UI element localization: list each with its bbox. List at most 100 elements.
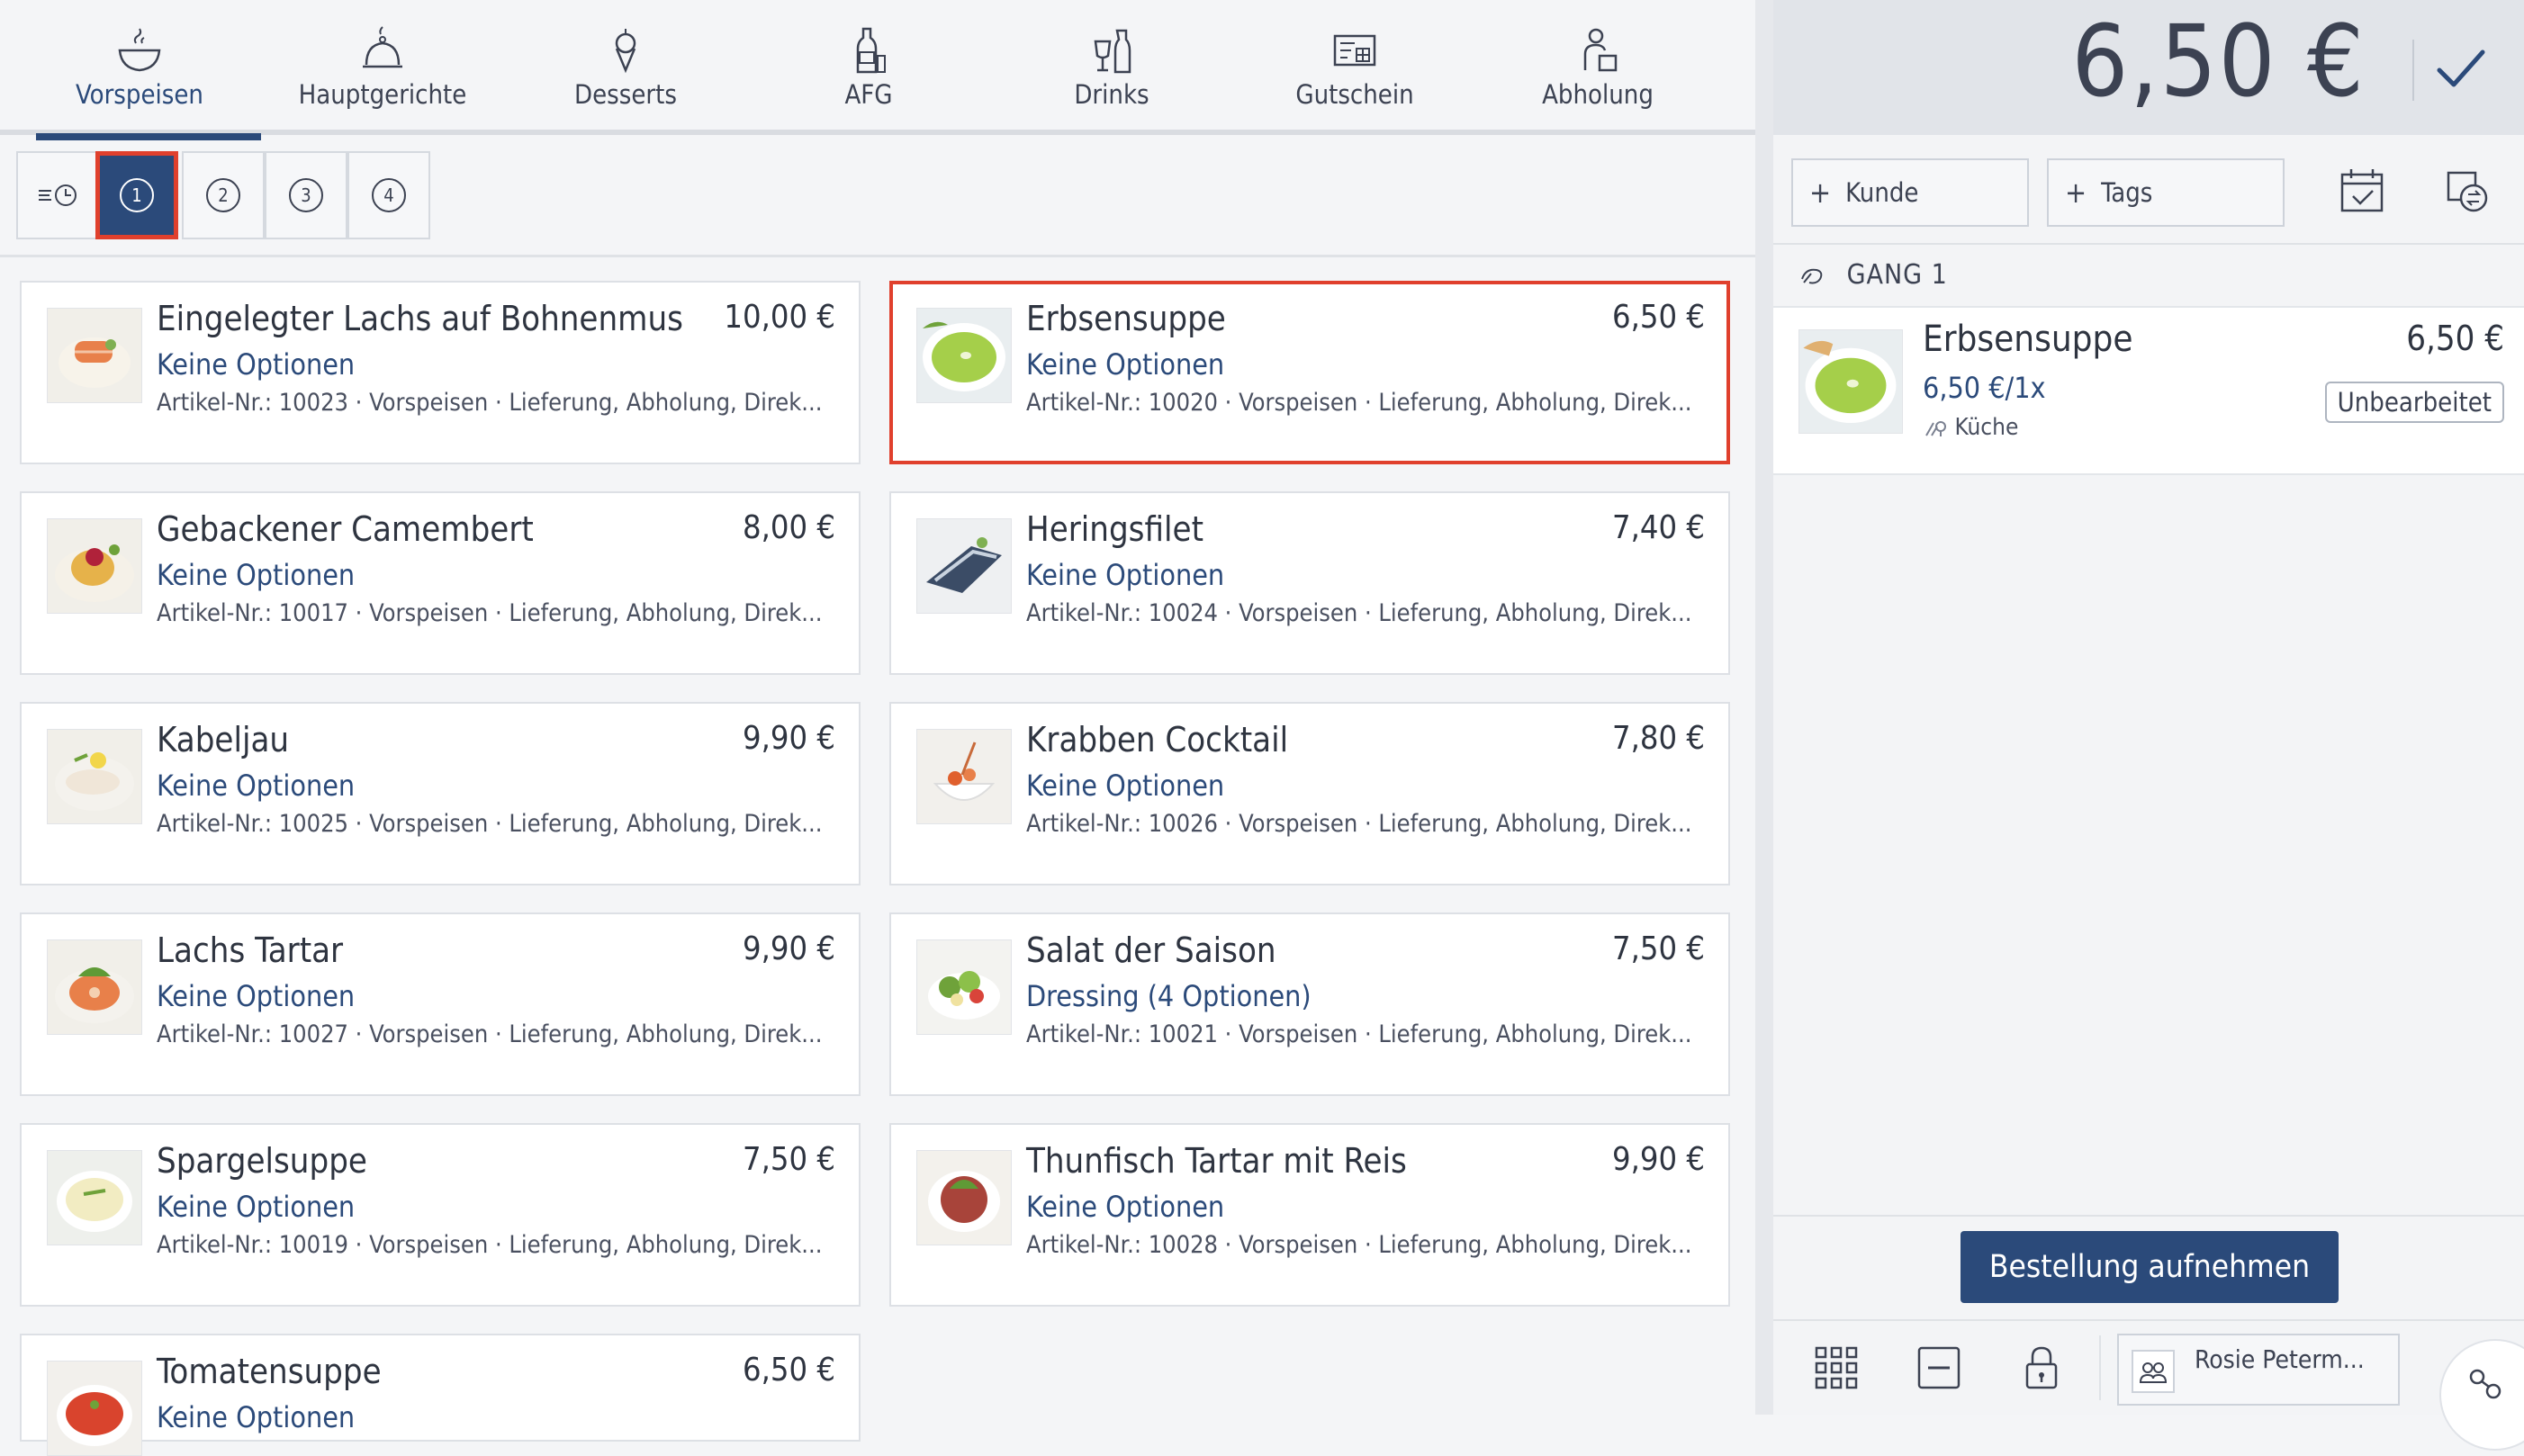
product-name: Salat der Saison [1026, 930, 1276, 970]
active-tab-indicator [36, 133, 261, 140]
product-card[interactable]: Kabeljau 9,90 € Keine Optionen Artikel-N… [20, 702, 861, 885]
course-number: 1 [120, 178, 154, 212]
product-price: 7,40 € [1612, 509, 1705, 546]
add-customer-button[interactable]: + Kunde [1791, 158, 2029, 227]
order-total: 6,50 € [2071, 4, 2366, 119]
category-label: Desserts [574, 79, 677, 110]
product-price: 7,50 € [1612, 930, 1705, 967]
course-button-2[interactable]: 2 [182, 151, 265, 239]
product-price: 9,90 € [743, 720, 835, 757]
product-card[interactable]: Spargelsuppe 7,50 € Keine Optionen Artik… [20, 1123, 861, 1307]
users-icon [2139, 1362, 2168, 1383]
submit-order-button[interactable]: Bestellung aufnehmen [1961, 1231, 2339, 1303]
product-card-selected[interactable]: Erbsensuppe 6,50 € Keine Optionen Artike… [889, 281, 1730, 464]
category-tab-hauptgerichte[interactable]: Hauptgerichte [261, 0, 504, 135]
product-image [916, 729, 1012, 824]
product-image [47, 939, 142, 1035]
order-total-bar: 6,50 € [1773, 0, 2524, 135]
divider [0, 255, 1755, 257]
link-icon [2469, 1369, 2501, 1399]
category-tab-vorspeisen[interactable]: Vorspeisen [18, 0, 261, 140]
category-label: Hauptgerichte [298, 79, 467, 110]
order-item[interactable]: Erbsensuppe 6,50 € 6,50 €/1x Küche Unbea… [1773, 308, 2524, 475]
course-number: 4 [372, 178, 406, 212]
pickup-icon [1583, 28, 1618, 72]
product-card[interactable]: Salat der Saison 7,50 € Dressing (4 Opti… [889, 912, 1730, 1096]
course-button-1[interactable]: 1 [95, 151, 178, 239]
order-item-price: 6,50 € [2406, 319, 2504, 358]
product-card[interactable]: Eingelegter Lachs auf Bohnenmus 10,00 € … [20, 281, 861, 464]
product-card[interactable]: Krabben Cocktail 7,80 € Keine Optionen A… [889, 702, 1730, 885]
grid-icon[interactable] [1809, 1341, 1863, 1395]
calendar-check-icon[interactable] [2335, 164, 2389, 218]
category-tab-gutschein[interactable]: Gutschein [1233, 0, 1476, 135]
product-name: Lachs Tartar [157, 930, 344, 970]
panel-divider [1755, 0, 1773, 1415]
order-item-status-badge: Unbearbeitet [2324, 382, 2504, 423]
product-price: 7,80 € [1612, 720, 1705, 757]
product-meta: Artikel-Nr.: 10017 · Vorspeisen · Liefer… [157, 599, 823, 627]
product-name: Tomatensuppe [157, 1352, 382, 1391]
plus-icon: + [1809, 175, 1832, 210]
product-name: Gebackener Camembert [157, 509, 534, 549]
product-image [916, 939, 1012, 1035]
product-image [916, 518, 1012, 614]
product-options: Dressing (4 Optionen) [1026, 979, 1312, 1013]
add-tags-button[interactable]: + Tags [2047, 158, 2285, 227]
product-image [47, 1361, 142, 1456]
product-options: Keine Optionen [157, 1400, 356, 1434]
product-card[interactable]: Gebackener Camembert 8,00 € Keine Option… [20, 491, 861, 675]
product-price: 9,90 € [1612, 1141, 1705, 1178]
product-meta: Artikel-Nr.: 10023 · Vorspeisen · Liefer… [157, 389, 823, 417]
user-switch-button[interactable]: Rosie Peterm... [2117, 1334, 2400, 1406]
course-heading-label: GANG 1 [1846, 259, 1948, 291]
course-number: 2 [206, 178, 240, 212]
course-button-4[interactable]: 4 [347, 151, 430, 239]
product-card[interactable]: Thunfisch Tartar mit Reis 9,90 € Keine O… [889, 1123, 1730, 1307]
product-card[interactable]: Tomatensuppe 6,50 € Keine Optionen [20, 1334, 861, 1456]
user-name: Rosie Peterm... [2195, 1344, 2365, 1374]
category-tab-desserts[interactable]: Desserts [504, 0, 747, 135]
divider [1773, 1215, 2524, 1217]
product-options: Keine Optionen [157, 1190, 356, 1224]
glasses-icon [1094, 29, 1131, 74]
product-meta: Artikel-Nr.: 10026 · Vorspeisen · Liefer… [1026, 810, 1692, 838]
category-label: Gutschein [1295, 79, 1414, 110]
divider [1773, 243, 2524, 245]
course-list-button[interactable] [16, 151, 99, 239]
checkmark-icon[interactable] [2425, 32, 2497, 104]
product-image [47, 729, 142, 824]
lock-icon[interactable] [2015, 1341, 2069, 1395]
cloche-icon [363, 26, 402, 68]
minus-square-icon[interactable] [1912, 1341, 1966, 1395]
category-tab-abholung[interactable]: Abholung [1476, 0, 1719, 135]
product-options: Keine Optionen [157, 979, 356, 1013]
avatar [2132, 1350, 2175, 1393]
product-price: 9,90 € [743, 930, 835, 967]
course-icon [1801, 268, 1823, 283]
kitchen-icon [1925, 420, 1946, 436]
divider [2412, 40, 2414, 101]
product-card[interactable]: Lachs Tartar 9,90 € Keine Optionen Artik… [20, 912, 861, 1096]
product-options: Keine Optionen [1026, 347, 1225, 382]
product-price: 6,50 € [1612, 299, 1705, 336]
category-tab-afg[interactable]: AFG [747, 0, 990, 135]
product-name: Heringsfilet [1026, 509, 1203, 549]
category-tab-drinks[interactable]: Drinks [990, 0, 1233, 135]
menu-panel: Vorspeisen Hauptgerichte Desserts AFG Dr… [0, 0, 1755, 1456]
product-price: 8,00 € [743, 509, 835, 546]
transfer-icon[interactable] [2439, 164, 2493, 218]
product-name: Eingelegter Lachs auf Bohnenmus [157, 299, 683, 338]
product-meta: Artikel-Nr.: 10024 · Vorspeisen · Liefer… [1026, 599, 1692, 627]
category-label: AFG [844, 79, 893, 110]
course-button-3[interactable]: 3 [265, 151, 347, 239]
connection-status-button[interactable] [2439, 1339, 2524, 1451]
plus-icon: + [2065, 175, 2087, 210]
product-meta: Artikel-Nr.: 10021 · Vorspeisen · Liefer… [1026, 1020, 1692, 1048]
order-item-station-label: Küche [1954, 414, 2019, 441]
product-image [47, 308, 142, 403]
product-card[interactable]: Heringsfilet 7,40 € Keine Optionen Artik… [889, 491, 1730, 675]
category-label: Abholung [1542, 79, 1654, 110]
course-heading: GANG 1 [1798, 259, 1948, 291]
product-price: 6,50 € [743, 1352, 835, 1389]
